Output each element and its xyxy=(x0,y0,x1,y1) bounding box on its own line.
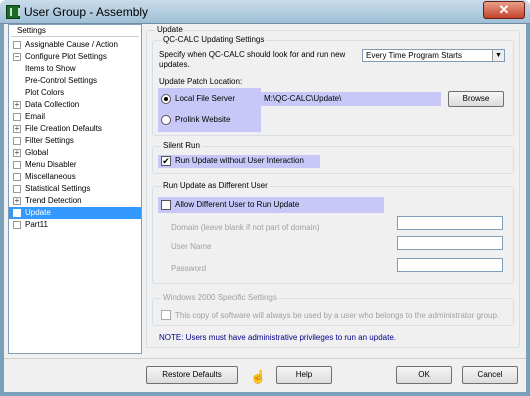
dialog-client-area: Settings Assignable Cause / Action − Confi… xyxy=(4,24,526,392)
cancel-button[interactable]: Cancel xyxy=(462,366,518,384)
tree-item[interactable]: Menu Disabler xyxy=(9,159,141,171)
leaf-box-icon xyxy=(13,113,21,121)
local-file-server-label[interactable]: Local File Server xyxy=(175,94,235,103)
update-when-select[interactable]: Every Time Program Starts ▼ xyxy=(362,49,505,62)
domain-label: Domain (leave blank if not part of domai… xyxy=(171,223,320,232)
tree-item-label: Email xyxy=(25,112,46,121)
tree-header: Settings xyxy=(11,26,139,37)
tree-item[interactable]: Miscellaneous xyxy=(9,171,141,183)
prolink-website-label[interactable]: Prolink Website xyxy=(175,115,230,124)
tree-item[interactable]: + Global xyxy=(9,147,141,159)
tree-item-label: Plot Colors xyxy=(25,88,65,97)
local-file-server-radio[interactable] xyxy=(161,94,171,104)
app-icon xyxy=(6,5,20,19)
leaf-box-icon xyxy=(13,41,21,49)
different-user-title: Run Update as Different User xyxy=(161,181,270,190)
tree-item[interactable]: Assignable Cause / Action xyxy=(9,39,141,51)
tree-item-label: Pre-Control Settings xyxy=(25,76,98,85)
tree-item[interactable]: Items to Show xyxy=(9,63,141,75)
tree-item-label: Miscellaneous xyxy=(25,172,76,181)
update-when-value: Every Time Program Starts xyxy=(366,51,463,60)
username-label: User Name xyxy=(171,242,212,251)
tree-item-label: Global xyxy=(25,148,49,157)
allow-different-user-checkbox[interactable] xyxy=(161,200,171,210)
tree-item-label: Configure Plot Settings xyxy=(25,52,107,61)
tree-item-label: Update xyxy=(25,208,51,217)
leaf-box-icon xyxy=(13,137,21,145)
tree-item-label: Filter Settings xyxy=(25,136,74,145)
leaf-box-icon xyxy=(13,161,21,169)
qc-updating-title: QC-CALC Updating Settings xyxy=(161,35,267,44)
silent-run-label[interactable]: Run Update without User Interaction xyxy=(175,156,304,165)
tree-item-label: Data Collection xyxy=(25,100,80,109)
help-button[interactable]: Help xyxy=(276,366,332,384)
dialog-window: User Group - Assembly ✕ Settings Assigna… xyxy=(0,0,530,396)
expand-icon[interactable]: + xyxy=(13,149,21,157)
silent-run-checkbox[interactable]: ✔ xyxy=(161,156,171,166)
tree-item[interactable]: Part11 xyxy=(9,219,141,231)
tree-item[interactable]: − Configure Plot Settings xyxy=(9,51,141,63)
tree-item[interactable]: + Trend Detection xyxy=(9,195,141,207)
separator xyxy=(4,358,526,359)
window-title: User Group - Assembly xyxy=(24,5,149,19)
leaf-box-icon xyxy=(13,221,21,229)
specify-label: Specify when QC-CALC should look for and… xyxy=(159,50,346,69)
tree-item[interactable]: Statistical Settings xyxy=(9,183,141,195)
admin-note: NOTE: Users must have administrative pri… xyxy=(159,333,396,342)
prolink-website-radio[interactable] xyxy=(161,115,171,125)
password-field[interactable] xyxy=(397,258,503,272)
tree-item-label: Assignable Cause / Action xyxy=(25,40,118,49)
tree-item-label: Menu Disabler xyxy=(25,160,77,169)
admin-group-checkbox[interactable] xyxy=(161,310,171,320)
tree-item-label: Trend Detection xyxy=(25,196,82,205)
expand-icon[interactable]: + xyxy=(13,101,21,109)
leaf-box-icon xyxy=(13,185,21,193)
tree-item[interactable]: Email xyxy=(9,111,141,123)
tree-item[interactable]: Pre-Control Settings xyxy=(9,75,141,87)
settings-tree[interactable]: Settings Assignable Cause / Action − Confi… xyxy=(8,24,142,354)
leaf-box-icon xyxy=(13,173,21,181)
restore-defaults-button[interactable]: Restore Defaults xyxy=(146,366,238,384)
title-bar[interactable]: User Group - Assembly ✕ xyxy=(0,0,530,24)
leaf-box-icon xyxy=(13,209,21,217)
password-label: Password xyxy=(171,264,207,273)
patch-location-label: Update Patch Location: xyxy=(159,77,243,86)
ok-button[interactable]: OK xyxy=(396,366,452,384)
browse-button[interactable]: Browse xyxy=(448,91,504,107)
tree-item[interactable]: Update xyxy=(9,207,141,219)
close-button[interactable]: ✕ xyxy=(483,1,525,19)
hand-cursor-icon: ☝ xyxy=(250,369,267,384)
tree-item[interactable]: Filter Settings xyxy=(9,135,141,147)
tree-item[interactable]: Plot Colors xyxy=(9,87,141,99)
tree-item-label: Items to Show xyxy=(25,64,76,73)
update-panel: Update QC-CALC Updating Settings Specify… xyxy=(146,24,522,354)
win2000-title: Windows 2000 Specific Settings xyxy=(161,293,279,302)
tree-item-label: Statistical Settings xyxy=(25,184,91,193)
expand-icon[interactable]: + xyxy=(13,125,21,133)
username-field[interactable] xyxy=(397,236,503,250)
expand-icon[interactable]: + xyxy=(13,197,21,205)
allow-different-user-label[interactable]: Allow Different User to Run Update xyxy=(175,200,299,209)
tree-item-label: File Creation Defaults xyxy=(25,124,102,133)
tree-item-label: Part11 xyxy=(25,220,48,229)
chevron-down-icon[interactable]: ▼ xyxy=(492,50,504,61)
tree-item[interactable]: + File Creation Defaults xyxy=(9,123,141,135)
domain-field[interactable] xyxy=(397,216,503,230)
collapse-icon[interactable]: − xyxy=(13,53,21,61)
patch-path-field[interactable]: M:\QC-CALC\Update\ xyxy=(261,92,441,106)
tree-item[interactable]: + Data Collection xyxy=(9,99,141,111)
silent-run-title: Silent Run xyxy=(161,141,202,150)
update-group-title: Update xyxy=(155,25,185,34)
admin-group-label: This copy of software will always be use… xyxy=(175,311,500,320)
